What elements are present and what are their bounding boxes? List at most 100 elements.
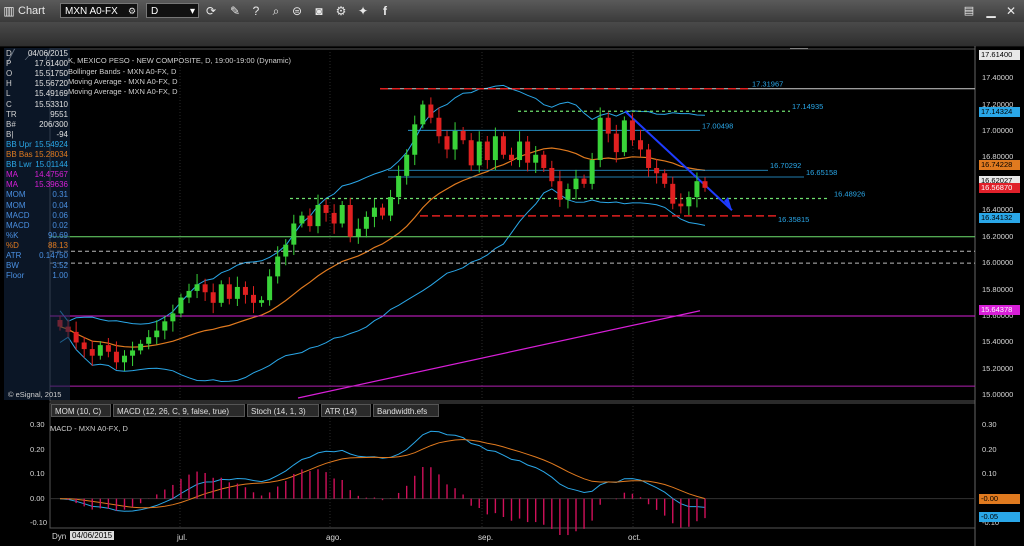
settings-icon[interactable]: ⚙ [334,3,348,19]
candle-body [686,197,692,207]
twitter-icon[interactable]: ✦ [356,3,370,19]
candle-body [194,284,200,291]
candle-body [138,343,144,351]
data-window-key: TR [6,109,17,119]
data-window-row: B# 206/300 [6,120,68,130]
edit-icon[interactable]: ✎ [228,3,242,19]
candle-body [371,207,377,217]
candle-body [162,321,168,331]
level-label: 16.35815 [778,215,809,224]
camera-icon[interactable]: ◙ [312,3,326,19]
price-tick-label: 16.00000 [982,258,1014,268]
data-window-value: 3.52 [52,261,68,271]
candle-body [581,178,587,184]
time-mode-label[interactable]: Dyn [52,532,66,541]
data-window-row: P 17.61400 [6,59,68,69]
candle-body [331,212,337,224]
candle-body [428,104,434,118]
tab-mom[interactable]: MOM (10, C) [51,404,111,417]
macd-value-tag: -0.05 [979,511,1020,522]
facebook-icon[interactable]: f [378,3,392,19]
candle-body [315,204,321,227]
candle-body [259,300,265,303]
data-window-key: B# [6,119,16,129]
tab-bandwidth[interactable]: Bandwidth.efs [373,404,439,417]
close-icon[interactable]: ✕ [1004,3,1018,19]
search-icon[interactable]: ⌕ [269,3,283,19]
data-window-value: 88.13 [47,240,68,250]
macd-tick-label: 0.10 [982,469,997,479]
symbol-options-icon[interactable]: ⚙ [126,3,138,19]
price-pane-frame [49,48,976,402]
macd-tick-label: -0.10 [30,518,48,528]
price-chart[interactable]: 17.31967 17.14935 17.00498 16.70292 16.65158… [0,46,1024,546]
interval-select[interactable]: D ▾ [146,3,199,18]
minimize-icon[interactable]: ▁ [984,3,998,19]
window-title: Chart [18,5,45,17]
data-window-value: 0.06 [52,210,68,220]
data-window-row: L 15.49169 [6,89,68,99]
tab-stoch[interactable]: Stoch (14, 1, 3) [247,404,319,417]
data-window-value: 90.69 [47,230,68,240]
data-window-key: MA [6,170,18,180]
level-label: 17.00498 [702,121,733,130]
data-window-row: MACD 0.02 [6,221,68,231]
window-titlebar: ▥ Chart MXN A0-FX ⚙ D ▾ ⟳ ✎ ? ⌕ ⊜ ◙ ⚙ ✦ f… [0,0,1024,23]
window-menu-icon[interactable]: ▤ [962,3,976,19]
level-label: 16.48926 [834,189,865,198]
price-tag: 17.14324 [979,107,1020,118]
interval-value: D [151,6,159,17]
data-window-value: 0.14750 [39,251,68,260]
data-window-value: 17.61400 [34,59,68,69]
candle-body [468,140,474,166]
candle-body [178,297,184,314]
candle-body [355,228,361,237]
symbol-value: MXN A0-FX [65,6,118,17]
candle-body [492,136,498,161]
candle-body [509,154,514,161]
data-window-key: MACD [6,220,30,230]
candle-body [130,350,136,356]
data-window-key: MOM [6,190,26,200]
legend-bollinger: Bollinger Bands - MXN A0-FX, D [68,67,177,76]
refresh-icon[interactable]: ⟳ [204,3,218,19]
data-window-value: 0.02 [52,220,68,230]
data-window-row: D 04/06/2015 [6,49,68,59]
data-window-row: BB Lwr 15.01144 [6,160,68,170]
legend-ma1: Moving Average - MXN A0-FX, D [68,77,178,86]
data-window-row: BW 3.52 [6,261,68,271]
macd-tick-label: 0.20 [30,444,45,454]
candle-body [105,345,111,352]
candle-body [267,276,273,301]
data-window-value: -94 [56,129,68,139]
data-window-key: %D [6,240,19,250]
candle-body [525,141,531,163]
candle-body [638,140,643,150]
data-window-value: 15.51750 [34,69,68,79]
candle-body [621,120,627,153]
data-window-key: BB Upr [6,139,32,149]
candle-body [323,204,329,213]
candle-body [444,136,450,150]
candle-body [605,117,611,134]
data-window-key: B| [6,129,14,139]
data-window-value: 9551 [50,109,68,119]
candle-body [186,290,192,298]
tab-atr[interactable]: ATR (14) [321,404,371,417]
help-icon[interactable]: ? [249,3,263,19]
candle-body [557,181,563,200]
level-label: 17.31967 [752,80,783,89]
data-window-key: P [6,59,12,69]
data-window-row: O 15.51750 [6,69,68,79]
macd-tick-label: 0.20 [982,444,997,454]
lock-icon[interactable]: ⊜ [290,3,304,19]
data-window-value: 04/06/2015 [27,49,68,58]
data-window-key: BB Bas [6,150,33,159]
tab-macd[interactable]: MACD (12, 26, C, 9, false, true) [113,404,245,417]
candle-body [242,286,248,295]
candle-body [113,351,119,363]
data-window-row: %D 88.13 [6,241,68,251]
candle-body [299,215,305,224]
price-tick-label: 15.20000 [982,363,1014,373]
data-window-key: H [6,79,12,89]
